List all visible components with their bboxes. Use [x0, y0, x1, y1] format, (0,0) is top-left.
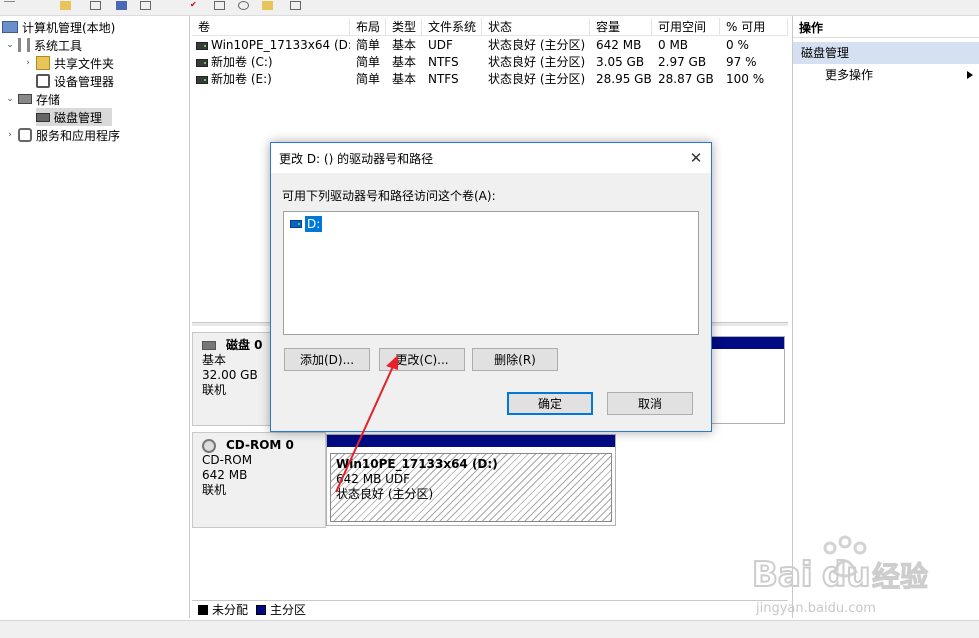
hard-disk-icon	[202, 341, 216, 350]
dialog-title: 更改 D: () 的驱动器号和路径	[279, 151, 434, 166]
window-icon[interactable]	[290, 1, 301, 10]
shared-folder-icon	[36, 56, 50, 70]
watermark-brand-text-2: du	[822, 555, 871, 595]
tree-item-services[interactable]: › 服务和应用程序	[4, 126, 120, 144]
volume-row[interactable]: 新加卷 (C:) 简单 基本 NTFS 状态良好 (主分区) 3.05 GB 2…	[192, 54, 788, 71]
change-button[interactable]: 更改(C)...	[379, 348, 465, 371]
dialog-list-label: 可用下列驱动器号和路径访问这个卷(A):	[282, 189, 496, 203]
watermark-url: jingyan.baidu.com	[755, 601, 876, 616]
page-icon[interactable]	[214, 1, 225, 10]
partition-selected-area: Win10PE_17133x64 (D:) 642 MB UDF 状态良好 (主…	[330, 453, 612, 522]
tree-item-system-tools[interactable]: ⌄ 系统工具	[4, 36, 82, 54]
header-type[interactable]: 类型	[386, 18, 422, 35]
remove-button[interactable]: 删除(R)	[472, 348, 558, 371]
tree-item-disk-management[interactable]: 磁盘管理	[36, 108, 112, 126]
view-icon[interactable]	[90, 1, 101, 10]
header-status[interactable]: 状态	[482, 18, 590, 35]
disk-0-partition[interactable]	[708, 336, 785, 424]
list-item[interactable]: D:	[290, 216, 323, 232]
watermark-brand-text: Bai	[752, 555, 813, 595]
close-icon[interactable]: ✕	[681, 143, 711, 173]
drive-icon	[196, 75, 208, 84]
drive-icon	[290, 220, 302, 228]
cdrom-0-label[interactable]: CD-ROM 0 CD-ROM 642 MB 联机	[192, 432, 326, 528]
search-icon[interactable]	[238, 1, 249, 10]
cdrom-partition-d[interactable]: Win10PE_17133x64 (D:) 642 MB UDF 状态良好 (主…	[326, 434, 616, 526]
services-icon	[18, 128, 32, 142]
ok-button[interactable]: 确定	[507, 392, 593, 415]
primary-partition-swatch	[256, 604, 267, 615]
header-free-space[interactable]: 可用空间	[652, 18, 720, 35]
dialog-title-bar[interactable]: 更改 D: () 的驱动器号和路径 ✕	[271, 143, 711, 173]
properties-icon[interactable]	[140, 1, 151, 10]
baidu-watermark: Bai du 经验 jingyan.baidu.com	[751, 535, 929, 616]
change-drive-letter-dialog: 更改 D: () 的驱动器号和路径 ✕ 可用下列驱动器号和路径访问这个卷(A):…	[270, 142, 712, 432]
header-filesystem[interactable]: 文件系统	[422, 18, 482, 35]
watermark-cn-text: 经验	[872, 560, 928, 593]
more-actions-item[interactable]: 更多操作	[793, 64, 979, 86]
tree-item-storage[interactable]: ⌄ 存储	[4, 90, 60, 108]
tree-item-device-manager[interactable]: 设备管理器	[36, 72, 114, 90]
back-icon[interactable]	[4, 1, 15, 10]
tree-item-shared-folders[interactable]: › 共享文件夹	[22, 54, 114, 72]
header-volume[interactable]: 卷	[192, 18, 350, 35]
volume-row[interactable]: 新加卷 (E:) 简单 基本 NTFS 状态良好 (主分区) 28.95 GB …	[192, 71, 788, 88]
actions-section-disk-management[interactable]: 磁盘管理	[793, 42, 979, 64]
disk-icon	[36, 112, 50, 122]
folder-icon[interactable]	[60, 1, 71, 10]
actions-title: 操作	[793, 16, 979, 38]
unallocated-swatch	[198, 604, 208, 615]
help-icon[interactable]	[116, 1, 127, 10]
volume-list-header: 卷 布局 类型 文件系统 状态 容量 可用空间 % 可用	[192, 18, 788, 36]
chevron-right-icon[interactable]: ›	[22, 57, 34, 69]
device-manager-icon	[36, 74, 50, 88]
status-bar	[0, 620, 979, 638]
computer-management-icon	[2, 21, 18, 33]
chevron-down-icon[interactable]: ⌄	[4, 93, 16, 105]
storage-icon	[18, 94, 32, 104]
tools-icon	[18, 38, 30, 52]
delete-icon[interactable]: ✔	[190, 1, 201, 10]
drive-path-list[interactable]: D:	[283, 211, 699, 335]
add-button[interactable]: 添加(D)...	[284, 348, 370, 371]
drive-icon	[196, 58, 208, 67]
header-layout[interactable]: 布局	[350, 18, 386, 35]
cancel-button[interactable]: 取消	[607, 392, 693, 415]
edit-icon[interactable]	[262, 1, 273, 10]
cd-drive-icon	[196, 41, 208, 50]
toolbar: ✔	[0, 0, 979, 16]
cd-rom-icon	[202, 438, 216, 453]
volume-row[interactable]: Win10PE_17133x64 (D:) 简单 基本 UDF 状态良好 (主分…	[192, 37, 788, 54]
legend: 未分配 主分区	[192, 600, 788, 618]
chevron-down-icon[interactable]: ⌄	[4, 39, 16, 51]
partition-color-bar	[327, 435, 615, 447]
chevron-right-icon[interactable]: ›	[4, 129, 16, 141]
submenu-arrow-icon	[967, 71, 973, 79]
header-capacity[interactable]: 容量	[590, 18, 652, 35]
navigation-tree: 计算机管理(本地) ⌄ 系统工具 › 共享文件夹 设备管理器 ⌄ 存储 磁盘管理…	[0, 16, 190, 618]
tree-root[interactable]: 计算机管理(本地)	[2, 18, 115, 36]
header-percent-free[interactable]: % 可用	[720, 18, 788, 35]
partition-color-bar	[709, 337, 784, 349]
